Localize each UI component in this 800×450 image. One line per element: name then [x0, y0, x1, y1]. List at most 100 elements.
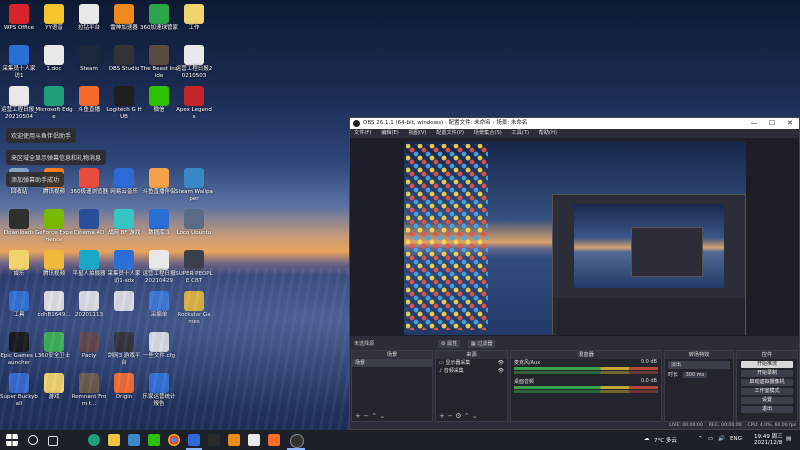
menu-help[interactable]: 帮助(H): [539, 130, 557, 136]
clock-time[interactable]: 19:49 周三: [754, 432, 783, 440]
preview-canvas[interactable]: [404, 142, 746, 335]
desktop-icon[interactable]: 360安全卫士: [35, 332, 73, 360]
desktop-icon[interactable]: Epic Games Launcher: [0, 332, 38, 366]
taskbar-edge-icon[interactable]: [88, 434, 100, 446]
taskbar-app-icon[interactable]: [148, 434, 160, 446]
desktop-icon[interactable]: [105, 291, 143, 312]
studio-mode-button[interactable]: 工作室模式: [741, 388, 793, 395]
desktop-icon[interactable]: Rockstar Games: [175, 291, 213, 325]
taskbar-obs-icon[interactable]: [290, 434, 304, 448]
desktop-icon[interactable]: 雷神加速器: [105, 4, 143, 32]
start-recording-button[interactable]: 开始录制: [741, 370, 793, 377]
source-settings-icon[interactable]: ⚙: [455, 412, 461, 420]
duration-input[interactable]: 300 ms: [682, 372, 708, 378]
desktop-icon[interactable]: 网易云音乐: [105, 168, 143, 196]
desktop-icon[interactable]: GeForce Experience: [35, 209, 73, 243]
scene-item[interactable]: 场景: [352, 359, 432, 367]
desktop-icon[interactable]: Loco Ubuntu: [175, 209, 213, 237]
desktop-icon[interactable]: Cinema 4D: [70, 209, 108, 237]
desktop-icon[interactable]: 数据库 1: [140, 209, 178, 237]
desktop-icon[interactable]: 腾讯视频: [35, 250, 73, 278]
desktop-icon[interactable]: Logitech G HUB: [105, 86, 143, 120]
desktop-icon[interactable]: 娱乐: [0, 250, 38, 278]
desktop-icon[interactable]: Origin: [105, 373, 143, 401]
desktop-icon[interactable]: 360加速球管家: [140, 4, 178, 32]
remove-source-icon[interactable]: −: [447, 412, 453, 420]
desktop-icon[interactable]: SUPER PEOPLE CBT: [175, 250, 213, 284]
desktop-icon[interactable]: Steam Wallpaper: [175, 168, 213, 202]
menu-scene-collection[interactable]: 场景集合(S): [474, 130, 502, 136]
desktop-icon[interactable]: 360极速浏览器: [70, 168, 108, 196]
desktop-icon[interactable]: WPS Office: [0, 4, 38, 32]
settings-button[interactable]: 设置: [741, 397, 793, 404]
desktop-icon[interactable]: 运营工程日报20210503: [175, 45, 213, 79]
desktop-volume-slider[interactable]: [514, 390, 658, 393]
desktop-icon[interactable]: YY语音: [35, 4, 73, 32]
desktop-icon[interactable]: Downloads: [0, 209, 38, 237]
task-view-icon[interactable]: [48, 436, 58, 446]
desktop-icon[interactable]: 一些文件.cfg: [140, 332, 178, 360]
exit-button[interactable]: 退出: [741, 406, 793, 413]
add-scene-icon[interactable]: +: [355, 412, 361, 420]
desktop-icon[interactable]: 乐家运营统计报告: [140, 373, 178, 407]
desktop-icon[interactable]: Steam: [70, 45, 108, 73]
taskbar-douyu-icon[interactable]: [188, 434, 200, 446]
desktop-icon[interactable]: 采集员十人家访1: [0, 45, 38, 79]
taskbar-store-icon[interactable]: [128, 434, 140, 446]
taskbar-app2-icon[interactable]: [208, 434, 220, 446]
desktop-icon[interactable]: 采集员十人家访1-sdx: [105, 250, 143, 284]
desktop-icon[interactable]: 20201113: [70, 291, 108, 319]
eye-icon[interactable]: 👁: [498, 359, 504, 367]
volume-icon[interactable]: 🔊: [718, 436, 725, 442]
desktop-icon[interactable]: The Beast Inside: [140, 45, 178, 79]
minimize-icon[interactable]: —: [745, 118, 763, 129]
desktop-icon[interactable]: Microsoft Edge: [35, 86, 73, 120]
tray-chevron-icon[interactable]: ⌃: [698, 436, 703, 442]
maximize-icon[interactable]: ☐: [763, 118, 781, 129]
desktop-icon[interactable]: Apex Legends: [175, 86, 213, 120]
filters-button[interactable]: ▦ 过滤器: [468, 340, 496, 348]
taskbar-explorer-icon[interactable]: [108, 434, 120, 446]
desktop-icon[interactable]: 拉钻平台: [70, 4, 108, 32]
clock-date[interactable]: 2021/12/8: [754, 440, 782, 446]
desktop-icon[interactable]: 1.doc: [35, 45, 73, 73]
desktop-icon[interactable]: 剑网3 游戏平台: [105, 332, 143, 366]
network-icon[interactable]: ▭: [708, 436, 713, 442]
menu-profile[interactable]: 配置文件(P): [436, 130, 464, 136]
move-down-icon[interactable]: ⌄: [472, 412, 478, 420]
taskbar-app4-icon[interactable]: [248, 434, 260, 446]
desktop-icon[interactable]: 斗鱼直播: [70, 86, 108, 114]
desktop-icon[interactable]: 平星人拍摄器: [70, 250, 108, 278]
desktop-icon[interactable]: 运营工程日报_20210504: [0, 86, 38, 120]
taskbar-app3-icon[interactable]: [228, 434, 240, 446]
properties-button[interactable]: ⚙ 属性: [438, 340, 461, 348]
source-item[interactable]: ▭ 显示器采集 👁: [436, 359, 507, 367]
taskbar-chrome-icon[interactable]: [168, 434, 180, 446]
desktop-icon[interactable]: 运营工程日报 20210429: [140, 250, 178, 284]
desktop-icon[interactable]: 采编单: [140, 291, 178, 319]
start-streaming-button[interactable]: 开始推流: [741, 361, 793, 368]
obs-window[interactable]: OBS 26.1.1 (64-bit, windows) - 配置文件: 未命名…: [349, 117, 800, 430]
mic-volume-slider[interactable]: [514, 371, 658, 374]
remove-scene-icon[interactable]: −: [363, 412, 369, 420]
desktop-icon[interactable]: Remnant From t...: [70, 373, 108, 407]
desktop-icon[interactable]: cdhB1649...: [35, 291, 73, 319]
menu-edit[interactable]: 编辑(E): [381, 130, 399, 136]
eye-icon[interactable]: 👁: [498, 367, 504, 375]
menu-view[interactable]: 视图(V): [408, 130, 426, 136]
transition-type-select[interactable]: 淡出: [668, 361, 730, 369]
start-icon[interactable]: [6, 434, 18, 446]
desktop-icon[interactable]: 游戏: [35, 373, 73, 401]
desktop-icon[interactable]: 微信: [140, 86, 178, 114]
desktop-icon[interactable]: Paciy: [70, 332, 108, 360]
desktop-icon[interactable]: 斗鱼直播伴侣: [140, 168, 178, 196]
move-up-icon[interactable]: ⌃: [464, 412, 470, 420]
desktop-icon[interactable]: 工具: [0, 291, 38, 319]
search-icon[interactable]: [28, 435, 38, 445]
desktop-icon[interactable]: Super Buckyball: [0, 373, 38, 407]
move-down-icon[interactable]: ⌄: [379, 412, 385, 420]
add-source-icon[interactable]: +: [439, 412, 445, 420]
menu-tools[interactable]: 工具(T): [511, 130, 529, 136]
move-up-icon[interactable]: ⌃: [371, 412, 377, 420]
source-item[interactable]: ♪ 音频采集 👁: [436, 367, 507, 375]
